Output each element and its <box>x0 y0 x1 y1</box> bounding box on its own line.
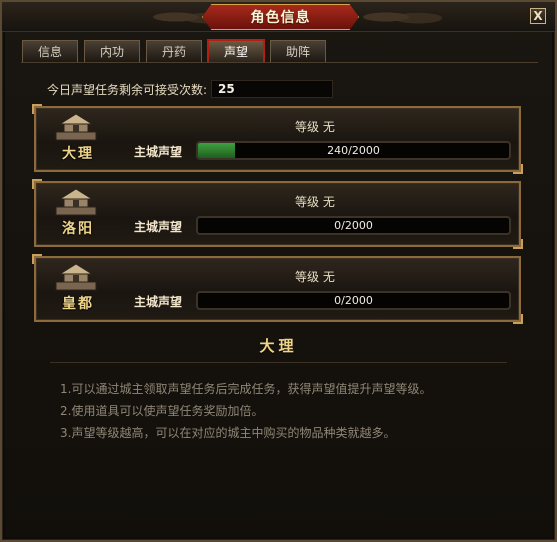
tab-pills[interactable]: 丹药 <box>146 40 202 62</box>
cloud-ornament-icon <box>362 6 442 28</box>
tab-reputation[interactable]: 声望 <box>208 40 264 62</box>
tab-assist[interactable]: 助阵 <box>270 40 326 62</box>
city-emblem: 洛阳 <box>46 187 106 243</box>
note-line: 2.使用道具可以使声望任务奖励加倍。 <box>60 404 264 418</box>
reputation-progress-text: 0/2000 <box>334 219 373 232</box>
reputation-progress-bar: 0/2000 <box>196 291 511 310</box>
city-reputation-label: 主城声望 <box>134 145 183 159</box>
note-line: 3.声望等级越高，可以在对应的城主中购买的物品种类就越多。 <box>60 426 396 440</box>
close-icon: X <box>533 9 543 23</box>
note-line: 1.可以通过城主领取声望任务后完成任务，获得声望值提升声望等级。 <box>60 382 432 396</box>
city-reputation-label: 主城声望 <box>134 220 183 234</box>
reputation-progress-bar: 240/2000 <box>196 141 511 160</box>
tab-info[interactable]: 信息 <box>22 40 78 62</box>
city-level: 等级 无 <box>295 120 335 134</box>
city-emblem: 皇都 <box>46 262 106 318</box>
tab-bar: 信息 内功 丹药 声望 助阵 <box>22 40 326 62</box>
selected-city-title: 大理 <box>259 337 298 355</box>
close-button[interactable]: X <box>530 8 546 24</box>
city-building-icon <box>55 188 97 216</box>
city-card-dali[interactable]: 大理 等级 无 主城声望 240/2000 <box>32 104 523 174</box>
daily-remaining-row: 今日声望任务剩余可接受次数: 25 <box>47 80 334 98</box>
reputation-progress-bar: 0/2000 <box>196 216 511 235</box>
daily-remaining-label: 今日声望任务剩余可接受次数: <box>47 82 208 97</box>
city-name: 大理 <box>62 146 94 162</box>
tab-internal-skill[interactable]: 内功 <box>84 40 140 62</box>
divider <box>50 362 507 363</box>
city-building-icon <box>55 263 97 291</box>
city-emblem: 大理 <box>46 112 106 168</box>
city-level: 等级 无 <box>295 270 335 284</box>
city-reputation-label: 主城声望 <box>134 295 183 309</box>
city-card-huangdu[interactable]: 皇都 等级 无 主城声望 0/2000 <box>32 254 523 324</box>
title-ribbon: 角色信息 <box>202 4 359 30</box>
city-card-luoyang[interactable]: 洛阳 等级 无 主城声望 0/2000 <box>32 179 523 249</box>
window-title: 角色信息 <box>250 10 311 26</box>
city-name: 皇都 <box>62 296 94 312</box>
reputation-notes: 1.可以通过城主领取声望任务后完成任务，获得声望值提升声望等级。 2.使用道具可… <box>60 378 431 444</box>
reputation-progress-text: 240/2000 <box>327 144 380 157</box>
city-name: 洛阳 <box>62 221 94 237</box>
reputation-progress-text: 0/2000 <box>334 294 373 307</box>
city-level: 等级 无 <box>295 195 335 209</box>
city-building-icon <box>55 113 97 141</box>
daily-remaining-value: 25 <box>211 80 334 98</box>
title-bar[interactable]: 角色信息 X <box>2 2 555 32</box>
